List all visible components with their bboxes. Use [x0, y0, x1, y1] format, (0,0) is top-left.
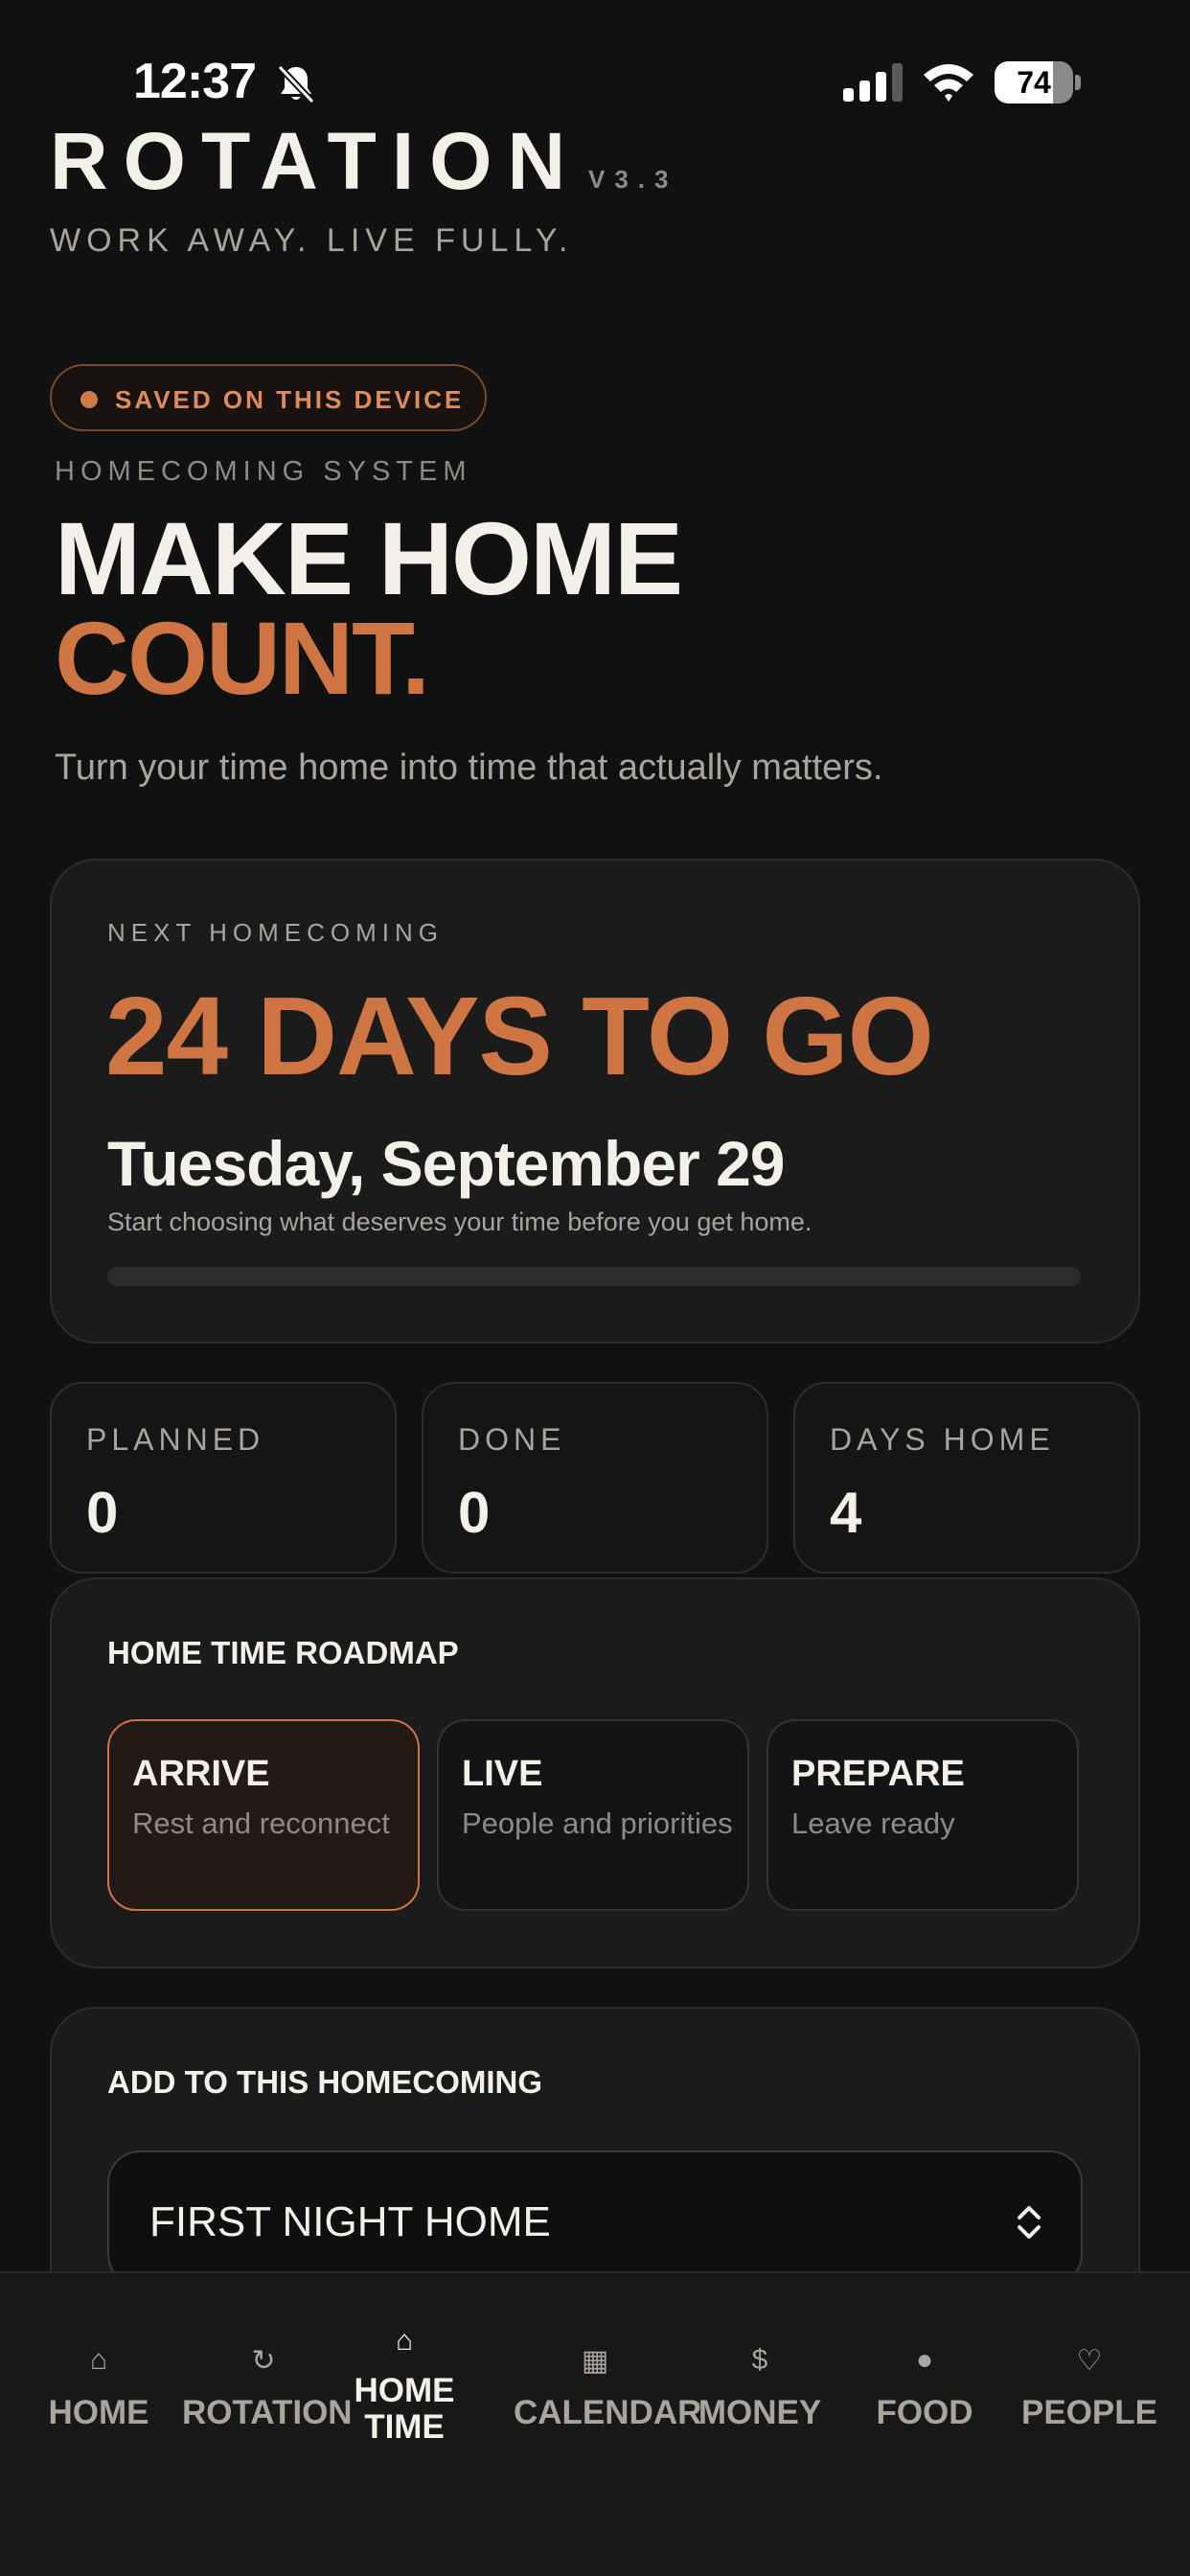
- stat-label: DAYS HOME: [830, 1422, 1055, 1457]
- tab-rotation[interactable]: ↻ ROTATION: [182, 2273, 353, 2465]
- tab-label: MONEY: [698, 2394, 822, 2431]
- home-icon: ⌂: [89, 2344, 108, 2376]
- food-icon: ●: [915, 2344, 934, 2376]
- bottom-tab-bar: ⌂ HOME ↻ ROTATION ⌂ HOME TIME ▦ CALENDAR…: [0, 2271, 1190, 2576]
- phase-title: ARRIVE: [132, 1754, 270, 1794]
- tab-label: HOME TIME: [354, 2372, 455, 2446]
- home-time-icon: ⌂: [395, 2325, 414, 2357]
- select-value: FIRST NIGHT HOME: [149, 2198, 551, 2245]
- saved-status-badge: SAVED ON THIS DEVICE: [50, 364, 487, 431]
- roadmap-phase-live[interactable]: LIVE People and priorities: [437, 1719, 749, 1911]
- bell-muted-icon: [277, 64, 315, 104]
- roadmap-phase-arrive[interactable]: ARRIVE Rest and reconnect: [107, 1719, 420, 1911]
- battery-body: 74: [995, 61, 1073, 104]
- section-eyebrow: HOMECOMING SYSTEM: [55, 456, 472, 487]
- stat-card-planned: PLANNED 0: [50, 1382, 397, 1574]
- tab-money[interactable]: $ MONEY: [678, 2273, 841, 2465]
- tab-home-time[interactable]: ⌂ HOME TIME: [347, 2273, 462, 2465]
- roadmap-phase-prepare[interactable]: PREPARE Leave ready: [767, 1719, 1079, 1911]
- stat-label: PLANNED: [86, 1422, 265, 1457]
- homecoming-item-select[interactable]: FIRST NIGHT HOME: [107, 2150, 1083, 2287]
- tab-label: HOME: [48, 2394, 149, 2431]
- battery-tip: [1075, 75, 1081, 90]
- money-icon: $: [751, 2344, 768, 2376]
- phase-title: LIVE: [462, 1754, 543, 1794]
- chevron-up-down-icon: [1018, 2206, 1041, 2239]
- hero-title-line2: COUNT.: [55, 600, 430, 716]
- stat-value: 0: [86, 1481, 119, 1545]
- tab-label: PEOPLE: [1021, 2394, 1157, 2431]
- tab-food[interactable]: ● FOOD: [843, 2273, 1006, 2465]
- app-tagline: WORK AWAY. LIVE FULLY.: [50, 222, 574, 259]
- battery-icon: 74: [995, 61, 1081, 104]
- stat-label: DONE: [458, 1422, 566, 1457]
- rotation-icon: ↻: [251, 2345, 276, 2377]
- tab-home[interactable]: ⌂ HOME: [17, 2273, 180, 2465]
- phase-subtitle: People and priorities: [462, 1806, 733, 1840]
- hero-title-line1: MAKE HOME: [55, 500, 683, 616]
- home-time-roadmap-card: HOME TIME ROADMAP ARRIVE Rest and reconn…: [50, 1577, 1140, 1968]
- countdown-text: 24 DAYS TO GO: [105, 974, 934, 1098]
- status-dot-icon: [80, 391, 98, 408]
- next-homecoming-label: NEXT HOMECOMING: [107, 918, 444, 947]
- homecoming-date: Tuesday, September 29: [107, 1128, 786, 1199]
- phase-subtitle: Rest and reconnect: [132, 1806, 390, 1840]
- calendar-icon: ▦: [581, 2345, 609, 2377]
- stat-value: 0: [458, 1481, 491, 1545]
- homecoming-progress-bar: [107, 1267, 1081, 1286]
- phase-title: PREPARE: [791, 1754, 965, 1794]
- stat-card-days-home: DAYS HOME 4: [793, 1382, 1140, 1574]
- phase-subtitle: Leave ready: [791, 1806, 955, 1840]
- app-version: V3.3: [588, 165, 678, 194]
- next-homecoming-card: NEXT HOMECOMING 24 DAYS TO GO Tuesday, S…: [50, 859, 1140, 1344]
- add-section-title: ADD TO THIS HOMECOMING: [107, 2064, 543, 2100]
- hero-subtitle: Turn your time home into time that actua…: [55, 748, 883, 788]
- tab-calendar[interactable]: ▦ CALENDAR: [514, 2273, 702, 2465]
- battery-level: 74: [1017, 65, 1051, 100]
- tab-label: ROTATION: [182, 2394, 353, 2431]
- people-icon: ♡: [1076, 2345, 1103, 2377]
- wifi-icon: [924, 64, 973, 102]
- cellular-signal-icon: [843, 63, 903, 102]
- stat-value: 4: [830, 1481, 862, 1545]
- stat-card-done: DONE 0: [422, 1382, 768, 1574]
- app-brand: ROTATION: [50, 116, 582, 206]
- tab-label: FOOD: [876, 2394, 973, 2431]
- saved-status-label: SAVED ON THIS DEVICE: [115, 385, 465, 414]
- roadmap-title: HOME TIME ROADMAP: [107, 1635, 459, 1670]
- homecoming-hint: Start choosing what deserves your time b…: [107, 1208, 812, 1236]
- tab-label: CALENDAR: [514, 2394, 702, 2431]
- status-time: 12:37: [133, 54, 257, 109]
- tab-people[interactable]: ♡ PEOPLE: [1008, 2273, 1171, 2465]
